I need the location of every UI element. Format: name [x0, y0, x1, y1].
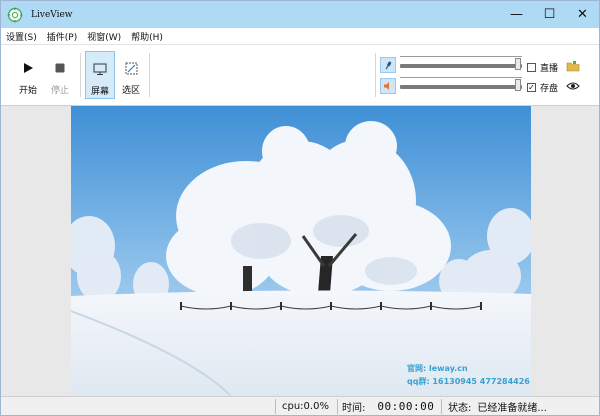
window-title: LiveView: [31, 9, 73, 20]
cpu-status: cpu:0.0%: [275, 399, 337, 414]
video-preview[interactable]: 官网: leway.cn qq群: 16130945 477284426: [71, 106, 531, 396]
speaker-button[interactable]: [380, 78, 396, 94]
menu-window[interactable]: 视窗(W): [82, 30, 126, 43]
toolbar-separator: [80, 53, 81, 97]
watermark-qq: qq群: 16130945 477284426: [407, 377, 530, 386]
live-label: 直播: [540, 64, 559, 74]
menu-help[interactable]: 帮助(H): [126, 30, 168, 43]
close-icon: ✕: [577, 7, 588, 22]
state-value: 已经准备就绪...: [477, 403, 547, 414]
minimize-icon: —: [510, 7, 523, 22]
menu-bar: 设置(S) 插件(P) 视窗(W) 帮助(H): [1, 28, 599, 45]
microphone-icon: [385, 61, 392, 70]
play-icon: [24, 63, 33, 73]
toolbar: 开始 停止 屏幕 选区 直播 ✓ 存盘: [1, 45, 599, 106]
microphone-volume-slider[interactable]: [400, 56, 522, 70]
monitor-icon: [93, 63, 107, 75]
region-select-icon: [125, 62, 137, 74]
folder-icon[interactable]: [566, 60, 580, 72]
time-value: 00:00:00: [377, 400, 435, 413]
maximize-icon: ☐: [543, 7, 556, 22]
save-checkbox[interactable]: ✓ 存盘: [527, 81, 558, 94]
cpu-value: cpu:0.0%: [282, 401, 329, 412]
speaker-slider-thumb[interactable]: [514, 79, 521, 91]
speaker-volume-slider[interactable]: [400, 77, 522, 91]
time-status: 时间: 00:00:00: [337, 399, 441, 414]
save-checkbox-box[interactable]: ✓: [527, 83, 536, 92]
title-bar[interactable]: LiveView — ☐ ✕: [1, 1, 599, 28]
screen-label: 屏幕: [90, 87, 109, 97]
region-button[interactable]: 选区: [116, 51, 146, 99]
status-bar: cpu:0.0% 时间: 00:00:00 状态: 已经准备就绪...: [1, 396, 599, 415]
close-button[interactable]: ✕: [566, 1, 599, 28]
watermark-website: 官网: leway.cn: [407, 364, 468, 373]
app-window: LiveView — ☐ ✕ 设置(S) 插件(P) 视窗(W) 帮助(H) 开…: [0, 0, 600, 416]
snow-trees-image: [71, 106, 531, 396]
screen-button[interactable]: 屏幕: [85, 51, 115, 99]
minimize-button[interactable]: —: [500, 1, 533, 28]
stop-button[interactable]: 停止: [45, 51, 75, 99]
speaker-icon: [384, 82, 389, 90]
stop-label: 停止: [50, 86, 69, 96]
preview-area: 官网: leway.cn qq群: 16130945 477284426: [1, 106, 599, 396]
state-label: 状态:: [448, 403, 472, 414]
maximize-button[interactable]: ☐: [533, 1, 566, 28]
live-checkbox-box[interactable]: [527, 63, 536, 72]
save-label: 存盘: [540, 84, 559, 94]
start-label: 开始: [18, 86, 37, 96]
region-label: 选区: [121, 86, 140, 96]
live-checkbox[interactable]: 直播: [527, 61, 558, 74]
menu-plugins[interactable]: 插件(P): [42, 30, 82, 43]
time-label: 时间:: [342, 403, 366, 414]
toolbar-separator: [149, 53, 150, 97]
microphone-button[interactable]: [380, 57, 396, 73]
start-button[interactable]: 开始: [13, 51, 43, 99]
stop-icon: [55, 63, 65, 73]
toolbar-separator: [375, 53, 376, 97]
menu-settings[interactable]: 设置(S): [1, 30, 42, 43]
app-logo-icon: [7, 7, 23, 22]
microphone-slider-thumb[interactable]: [514, 58, 521, 70]
state-status: 状态: 已经准备就绪...: [441, 399, 597, 414]
eye-icon[interactable]: [566, 80, 580, 92]
